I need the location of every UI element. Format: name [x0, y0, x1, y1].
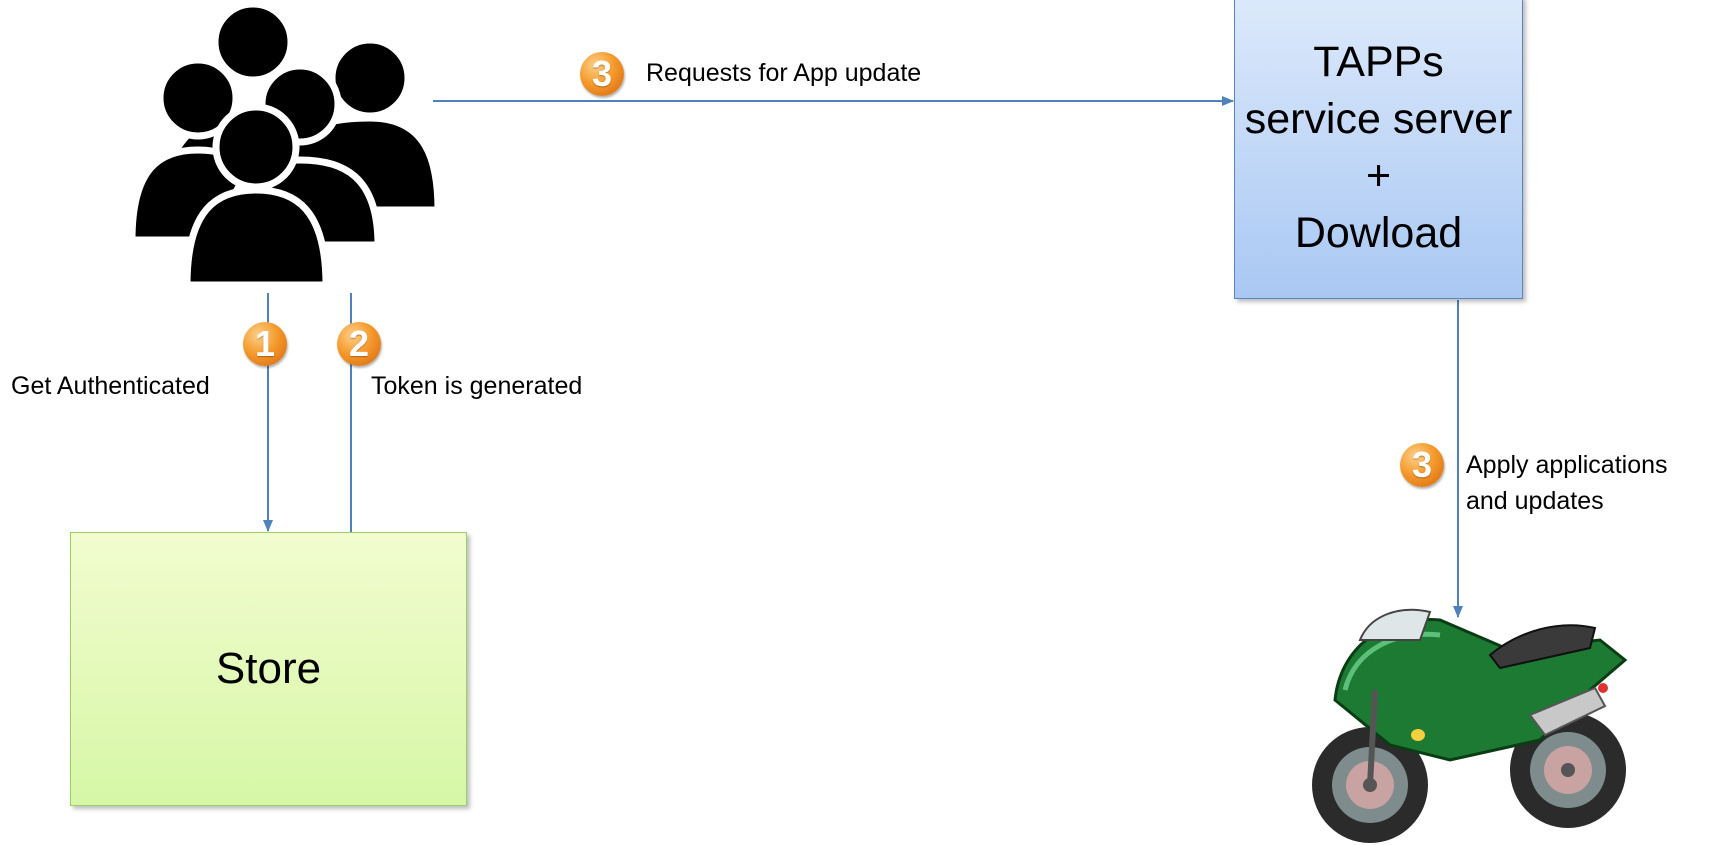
tapps-line-4: Dowload	[1294, 208, 1463, 257]
store-label: Store	[215, 644, 322, 693]
step-badge-3-apply: 3	[1400, 443, 1444, 487]
tapps-line-2: service server	[1244, 94, 1513, 143]
tapps-server-node: TAPPs service server + Dowload	[1234, 0, 1523, 299]
step-label-token-generated: Token is generated	[371, 372, 583, 400]
step-label-request-update: Requests for App update	[646, 59, 922, 87]
store-node: Store	[70, 532, 467, 806]
step-badge-2: 2	[337, 322, 381, 366]
step-label-apply-line-1: Apply applications	[1466, 451, 1668, 479]
step-label-get-authenticated: Get Authenticated	[11, 372, 210, 400]
users-group-icon	[128, 0, 442, 289]
step-badge-3-request: 3	[580, 52, 624, 96]
motorcycle-icon	[1312, 608, 1628, 843]
step-label-apply-line-2: and updates	[1466, 487, 1604, 515]
tapps-line-3: +	[1365, 151, 1392, 200]
step-badge-1: 1	[243, 322, 287, 366]
tapps-line-1: TAPPs	[1313, 37, 1444, 86]
